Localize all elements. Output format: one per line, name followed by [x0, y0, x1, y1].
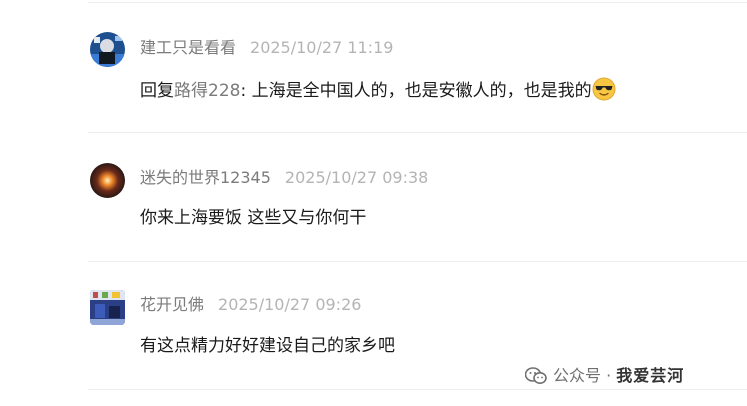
- wechat-watermark: 公众号 · 我爱芸河: [524, 364, 685, 388]
- reply-prefix: 回复: [140, 81, 174, 101]
- comment-timestamp: 2025/10/27 09:38: [284, 168, 429, 187]
- watermark-handle: 我爱芸河: [616, 366, 685, 385]
- avatar-image: [90, 163, 125, 198]
- top-divider: [88, 2, 747, 3]
- comment-text: 有这点精力好好建设自己的家乡吧: [140, 336, 395, 356]
- wechat-official-account-icon: [524, 367, 547, 392]
- comment-timestamp: 2025/10/27 11:19: [250, 38, 394, 57]
- comment-text: 你来上海要饭 这些又与你何干: [140, 208, 367, 228]
- comment-text: 回复路得228: 上海是全中国人的，也是安徽人的，也是我的: [140, 77, 616, 103]
- avatar-image: [90, 290, 125, 325]
- watermark-channel: 公众号 ·: [553, 366, 617, 385]
- comment-username[interactable]: 建工只是看看: [140, 38, 236, 57]
- comment-divider: [88, 132, 747, 133]
- comment-divider: [88, 261, 747, 262]
- comment-content: : 上海是全中国人的，也是安徽人的，也是我的: [240, 81, 592, 101]
- sunglasses-emoji-icon: [592, 77, 616, 101]
- comment-timestamp: 2025/10/27 09:26: [218, 295, 362, 314]
- comment-username[interactable]: 迷失的世界12345: [140, 168, 271, 187]
- avatar[interactable]: [90, 163, 125, 198]
- comment-username[interactable]: 花开见佛: [140, 295, 204, 314]
- reply-to-username[interactable]: 路得228: [174, 81, 240, 101]
- comment-divider: [88, 389, 747, 390]
- avatar[interactable]: [90, 32, 125, 67]
- avatar-image: [90, 32, 125, 67]
- avatar[interactable]: [90, 290, 125, 325]
